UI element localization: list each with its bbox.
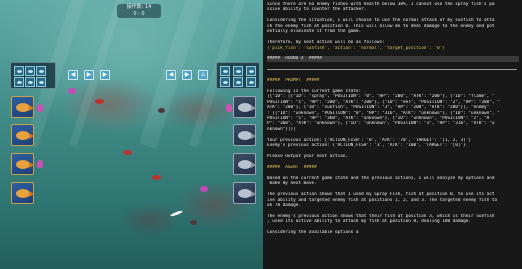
- fish-sprite: [158, 108, 165, 113]
- team-slot-icon[interactable]: [14, 77, 24, 87]
- terminal-line: [{"ID": [{"ID": "spray", "POSITION": "0"…: [267, 94, 495, 100]
- fish-sprite: [190, 220, 197, 225]
- next-button[interactable]: ▶: [100, 70, 110, 80]
- home-button[interactable]: ⌂: [198, 70, 208, 80]
- player-fish-card[interactable]: [11, 182, 34, 204]
- terminal-line: ive ability and targeted enemy fish at p…: [267, 197, 498, 203]
- terminal-line: Considering the situation, I will choose…: [267, 18, 495, 24]
- round-label: 操作数: 14: [126, 4, 152, 10]
- seaweed-icon: [37, 104, 43, 112]
- enemy-team-panel: [216, 62, 260, 89]
- team-slot-icon[interactable]: [246, 66, 256, 76]
- team-slot-icon[interactable]: [233, 77, 243, 87]
- team-slot-icon[interactable]: [220, 66, 230, 76]
- terminal-line: ATK": "200"}, {"ID": "sunfish", "POSITIO…: [267, 105, 490, 111]
- team-slot-icon[interactable]: [36, 66, 46, 76]
- enemy-fish-card[interactable]: [233, 124, 256, 146]
- enemy-fish-card[interactable]: [233, 96, 256, 118]
- fish-icon: [238, 189, 256, 198]
- player-fish-card[interactable]: [11, 153, 34, 175]
- prev-button[interactable]: ◀: [166, 70, 176, 80]
- player-fish-card[interactable]: [11, 96, 34, 118]
- prev-button[interactable]: ◀: [68, 70, 78, 80]
- fish-icon: [16, 189, 34, 198]
- seaweed-icon: [37, 160, 43, 168]
- enemy-fish-card[interactable]: [233, 182, 256, 204]
- fish-sprite: [68, 88, 76, 94]
- team-slot-icon[interactable]: [246, 77, 256, 87]
- play-button[interactable]: ▶: [84, 70, 94, 80]
- team-slot-icon[interactable]: [220, 77, 230, 87]
- fish-icon: [16, 103, 34, 112]
- team-slot-icon[interactable]: [36, 77, 46, 87]
- fish-icon: [16, 131, 34, 140]
- fish-sprite: [200, 186, 208, 192]
- terminal-divider: [267, 69, 517, 71]
- team-slot-icon[interactable]: [14, 66, 24, 76]
- fish-icon: [238, 160, 256, 169]
- fish-icon: [238, 103, 256, 112]
- player-fish-card[interactable]: [11, 124, 34, 146]
- round-counter: 操作数: 14 0 : 0: [117, 4, 161, 18]
- terminal-line: Considering the available options a: [267, 230, 359, 236]
- fish-sprite: [152, 175, 161, 180]
- terminal-line: The previous action shows that I used my…: [267, 192, 495, 198]
- fish-sprite: [123, 150, 132, 155]
- terminal-line: P": "360", "ATK": "unknown"}, {"ID": "un…: [267, 121, 495, 127]
- terminal-output[interactable]: Since there are no enemy fishes with hea…: [263, 0, 522, 269]
- team-slot-icon[interactable]: [25, 66, 35, 76]
- next-button[interactable]: ▶: [182, 70, 192, 80]
- fish-sprite: [169, 209, 184, 218]
- player-team-panel: [10, 62, 56, 89]
- round-value: 0 : 0: [133, 11, 145, 17]
- fish-sprite: [95, 99, 104, 104]
- game-viewport[interactable]: 操作数: 14 0 : 0 ◀ ▶ ▶ ◀ ▶ ⌂: [0, 0, 263, 269]
- team-slot-icon[interactable]: [25, 77, 35, 87]
- team-slot-icon[interactable]: [233, 66, 243, 76]
- fish-icon: [16, 160, 34, 169]
- enemy-fish-card[interactable]: [233, 153, 256, 175]
- seaweed-icon: [226, 104, 232, 112]
- fish-icon: [238, 131, 256, 140]
